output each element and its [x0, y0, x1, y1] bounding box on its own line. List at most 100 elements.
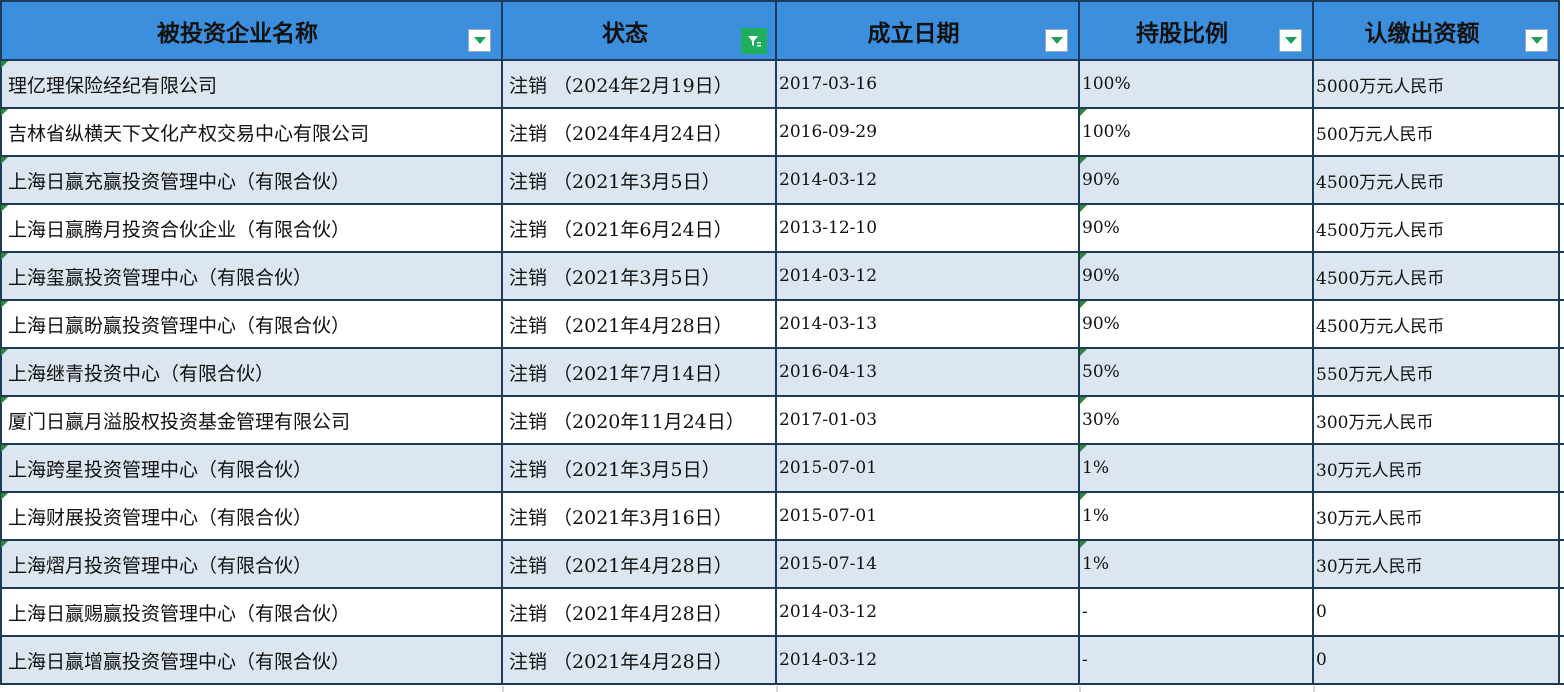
cell-date-text: 2016-04-13 — [779, 362, 878, 382]
cell-name[interactable]: 上海玺赢投资管理中心（有限合伙） — [0, 253, 503, 301]
cell-name[interactable]: 上海继青投资中心（有限合伙） — [0, 349, 503, 397]
cell-status[interactable]: 注销 （2020年11月24日） — [503, 397, 777, 445]
cell-status[interactable]: 注销 （2021年4月28日） — [503, 637, 777, 685]
cell-ratio[interactable]: 30% — [1080, 397, 1314, 445]
dropdown-arrow-icon[interactable] — [1279, 29, 1302, 52]
cell-capital[interactable]: 30万元人民币 — [1314, 541, 1560, 589]
cell-date[interactable]: 2017-03-16 — [777, 61, 1080, 109]
cell-ratio[interactable]: 1% — [1080, 445, 1314, 493]
cell-status[interactable]: 注销 （2021年4月28日） — [503, 301, 777, 349]
cell-date[interactable]: 2015-07-01 — [777, 445, 1080, 493]
cell-date[interactable]: 2014-03-12 — [777, 157, 1080, 205]
dropdown-arrow-icon[interactable] — [1045, 29, 1068, 52]
cell-status[interactable]: 注销 （2021年3月16日） — [503, 493, 777, 541]
cell-date[interactable]: 2016-04-13 — [777, 349, 1080, 397]
cell-name-text: 上海熠月投资管理中心（有限合伙） — [8, 554, 313, 577]
cell-ratio[interactable]: - — [1080, 637, 1314, 685]
cell-capital[interactable]: 4500万元人民币 — [1314, 205, 1560, 253]
cell-status[interactable]: 注销 （2021年4月28日） — [503, 589, 777, 637]
header-ratio-label: 持股比例 — [1136, 20, 1228, 47]
header-name[interactable]: 被投资企业名称 — [0, 0, 503, 61]
header-date[interactable]: 成立日期 — [777, 0, 1080, 61]
cell-date[interactable]: 2014-03-12 — [777, 589, 1080, 637]
cell-status[interactable]: 注销 （2024年2月19日） — [503, 61, 777, 109]
cell-capital[interactable]: 5000万元人民币 — [1314, 61, 1560, 109]
cell-capital[interactable]: 4500万元人民币 — [1314, 157, 1560, 205]
cell-capital[interactable]: 30万元人民币 — [1314, 493, 1560, 541]
dropdown-arrow-icon[interactable] — [468, 29, 491, 52]
cell-capital[interactable]: 550万元人民币 — [1314, 349, 1560, 397]
header-capital[interactable]: 认缴出资额 — [1314, 0, 1560, 61]
cell-name[interactable]: 上海日赢盼赢投资管理中心（有限合伙） — [0, 301, 503, 349]
cell-ratio[interactable]: 50% — [1080, 349, 1314, 397]
cell-ratio[interactable]: 90% — [1080, 253, 1314, 301]
cell-date-text: 2016-09-29 — [779, 122, 878, 142]
cell-capital-text: 4500万元人民币 — [1316, 172, 1445, 193]
cell-capital[interactable]: 4500万元人民币 — [1314, 253, 1560, 301]
cell-date[interactable]: 2014-03-13 — [777, 301, 1080, 349]
filter-active-icon[interactable] — [741, 28, 767, 54]
cell-ratio[interactable]: 1% — [1080, 541, 1314, 589]
cell-capital[interactable]: 30万元人民币 — [1314, 445, 1560, 493]
cell-status-text: 注销 （2021年4月28日） — [509, 650, 733, 673]
cell-status[interactable]: 注销 （2021年3月5日） — [503, 157, 777, 205]
cell-date[interactable]: 2014-03-12 — [777, 637, 1080, 685]
cell-name[interactable]: 上海日赢增赢投资管理中心（有限合伙） — [0, 637, 503, 685]
grid-line — [1079, 686, 1081, 692]
table-row: 上海日赢赐赢投资管理中心（有限合伙） 注销 （2021年4月28日） 2014-03… — [0, 589, 1564, 637]
cell-date[interactable]: 2014-03-12 — [777, 253, 1080, 301]
cell-name[interactable]: 上海熠月投资管理中心（有限合伙） — [0, 541, 503, 589]
cell-date[interactable]: 2013-12-10 — [777, 205, 1080, 253]
dropdown-arrow-icon[interactable] — [1525, 29, 1548, 52]
cell-ratio[interactable]: - — [1080, 589, 1314, 637]
cell-capital[interactable]: 0 — [1314, 589, 1560, 637]
cell-status-text: 注销 （2024年4月24日） — [509, 122, 733, 145]
cell-ratio[interactable]: 100% — [1080, 109, 1314, 157]
cell-status[interactable]: 注销 （2021年3月5日） — [503, 253, 777, 301]
cell-capital[interactable]: 300万元人民币 — [1314, 397, 1560, 445]
header-ratio[interactable]: 持股比例 — [1080, 0, 1314, 61]
grid-line — [502, 686, 504, 692]
cell-name[interactable]: 上海跨星投资管理中心（有限合伙） — [0, 445, 503, 493]
cell-ratio[interactable]: 90% — [1080, 301, 1314, 349]
cell-name[interactable]: 上海日赢赐赢投资管理中心（有限合伙） — [0, 589, 503, 637]
cell-status[interactable]: 注销 （2024年4月24日） — [503, 109, 777, 157]
cell-ratio[interactable]: 90% — [1080, 157, 1314, 205]
cell-ratio[interactable]: 1% — [1080, 493, 1314, 541]
cell-ratio-text: 90% — [1082, 218, 1120, 238]
cell-status[interactable]: 注销 （2021年4月28日） — [503, 541, 777, 589]
cell-name[interactable]: 理亿理保险经纪有限公司 — [0, 61, 503, 109]
cell-date[interactable]: 2017-01-03 — [777, 397, 1080, 445]
grid-line — [776, 686, 778, 692]
cell-status[interactable]: 注销 （2021年6月24日） — [503, 205, 777, 253]
cell-ratio[interactable]: 100% — [1080, 61, 1314, 109]
cell-date[interactable]: 2015-07-01 — [777, 493, 1080, 541]
cell-ratio-text: - — [1082, 650, 1088, 670]
cell-name[interactable]: 吉林省纵横天下文化产权交易中心有限公司 — [0, 109, 503, 157]
cell-status-text: 注销 （2021年3月5日） — [509, 458, 721, 481]
cell-capital[interactable]: 4500万元人民币 — [1314, 301, 1560, 349]
cell-name[interactable]: 上海日赢腾月投资合伙企业（有限合伙） — [0, 205, 503, 253]
cell-name[interactable]: 上海日赢充赢投资管理中心（有限合伙） — [0, 157, 503, 205]
cell-status[interactable]: 注销 （2021年3月5日） — [503, 445, 777, 493]
cell-name[interactable]: 厦门日赢月溢股权投资基金管理有限公司 — [0, 397, 503, 445]
cell-capital[interactable]: 0 — [1314, 637, 1560, 685]
cell-status-text: 注销 （2020年11月24日） — [509, 410, 745, 433]
cell-date-text: 2017-03-16 — [779, 74, 878, 94]
grid-line — [1313, 686, 1315, 692]
header-status[interactable]: 状态 — [503, 0, 777, 61]
cell-date[interactable]: 2015-07-14 — [777, 541, 1080, 589]
cell-ratio-text: 100% — [1082, 74, 1131, 94]
cell-capital-text: 4500万元人民币 — [1316, 268, 1445, 289]
cell-ratio-text: 90% — [1082, 266, 1120, 286]
cell-overflow-edge — [1560, 253, 1564, 301]
cell-overflow-edge — [1560, 493, 1564, 541]
cell-date[interactable]: 2016-09-29 — [777, 109, 1080, 157]
cell-status[interactable]: 注销 （2021年7月14日） — [503, 349, 777, 397]
cell-capital-text: 5000万元人民币 — [1316, 76, 1445, 97]
table-row: 上海日赢充赢投资管理中心（有限合伙） 注销 （2021年3月5日） 2014-03-… — [0, 157, 1564, 205]
cell-ratio[interactable]: 90% — [1080, 205, 1314, 253]
cell-name-text: 上海跨星投资管理中心（有限合伙） — [8, 458, 313, 481]
cell-capital[interactable]: 500万元人民币 — [1314, 109, 1560, 157]
cell-name[interactable]: 上海财展投资管理中心（有限合伙） — [0, 493, 503, 541]
